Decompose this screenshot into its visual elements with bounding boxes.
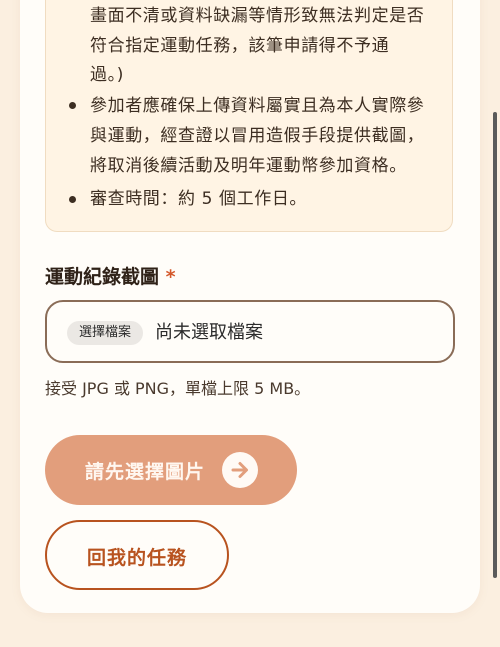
- scrollbar[interactable]: [493, 112, 497, 578]
- submit-button-label: 請先選擇圖片: [85, 461, 206, 483]
- back-button-label: 回我的任務: [86, 547, 187, 569]
- notice-text-line: 過。): [90, 65, 124, 85]
- notice-text-line: 與運動，經查證以冒用造假手段提供截圖，: [90, 126, 425, 146]
- choose-file-button[interactable]: 選擇檔案: [67, 321, 144, 345]
- no-file-selected-text: 尚未選取檔案: [155, 322, 263, 343]
- screenshot-field-label: 運動紀錄截圖 *: [45, 262, 176, 289]
- file-upload-input[interactable]: 選擇檔案 尚未選取檔案: [45, 300, 455, 363]
- field-label-text: 運動紀錄截圖: [45, 266, 160, 288]
- bullet-dot: [69, 102, 76, 109]
- arrow-right-icon: [222, 452, 258, 488]
- notice-text-line: 將取消後續活動及明年運動幣參加資格。: [90, 156, 407, 176]
- required-mark: *: [165, 266, 176, 288]
- notice-text-line: 符合指定運動任務，該筆申請得不予通: [90, 36, 390, 56]
- notice-text-line: 審查時間：約 5 個工作日。: [90, 189, 308, 209]
- notice-text-line: 參加者應確保上傳資料屬實且為本人實際參: [90, 96, 425, 116]
- file-format-hint: 接受 JPG 或 PNG，單檔上限 5 MB。: [45, 379, 311, 398]
- back-to-my-tasks-button[interactable]: 回我的任務: [45, 520, 229, 590]
- submit-button[interactable]: 請先選擇圖片: [45, 435, 297, 505]
- notice-text-line: 畫面不清或資料缺漏等情形致無法判定是否: [90, 6, 425, 26]
- bullet-dot: [69, 196, 76, 203]
